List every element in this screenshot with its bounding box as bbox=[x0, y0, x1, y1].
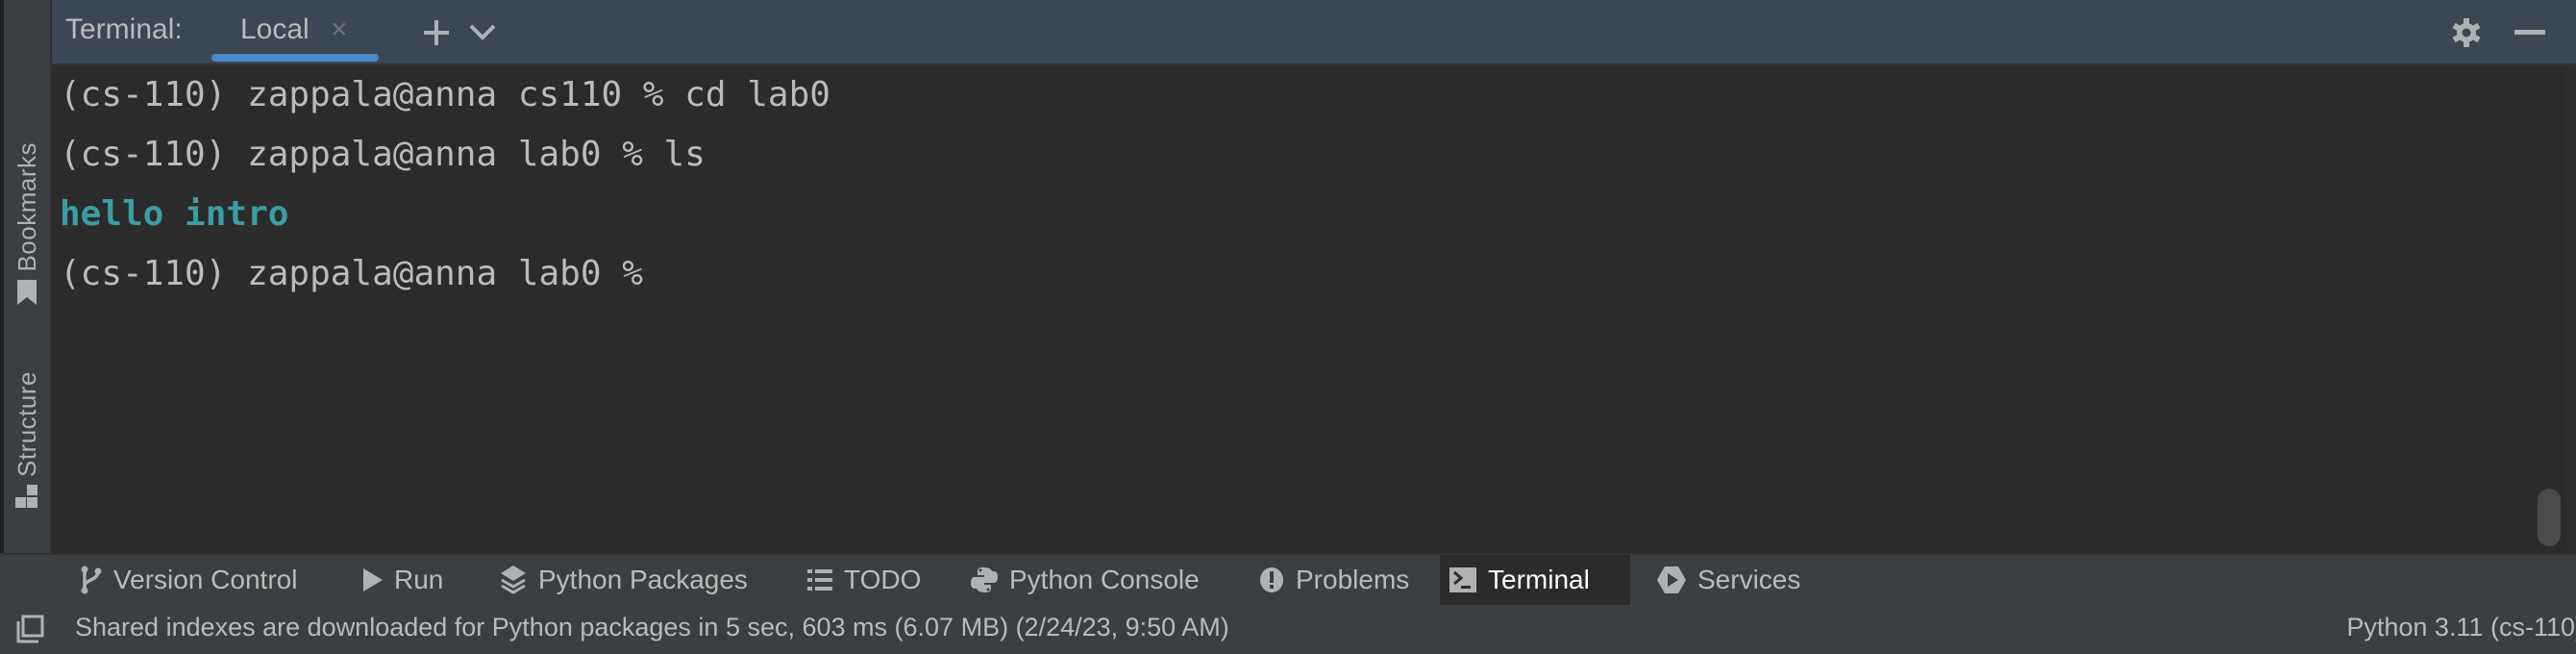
stripe-button-structure[interactable]: Structure bbox=[4, 371, 50, 515]
terminal-output[interactable]: (cs-110) zappala@anna cs110 % cd lab0 (cs… bbox=[52, 65, 2547, 551]
structure-icon bbox=[15, 485, 38, 515]
tool-window-todo[interactable]: TODO bbox=[798, 555, 930, 605]
tool-window-terminal[interactable]: Terminal bbox=[1440, 555, 1630, 605]
tool-window-label: Version Control bbox=[113, 565, 298, 594]
terminal-prompt-line: (cs-110) zappala@anna lab0 % ls bbox=[60, 135, 706, 174]
new-tab-button[interactable] bbox=[415, 12, 458, 54]
bookmark-icon bbox=[16, 279, 37, 312]
terminal-prompt-line: (cs-110) zappala@anna cs110 % cd lab0 bbox=[60, 75, 830, 114]
close-tab-icon[interactable]: × bbox=[331, 13, 348, 46]
tool-window-bar: Version Control Run Python Packages TODO… bbox=[0, 553, 2576, 607]
structure-label: Structure bbox=[12, 371, 41, 477]
tool-window-label: Services bbox=[1697, 565, 1801, 594]
status-bar: Shared indexes are downloaded for Python… bbox=[0, 605, 2576, 654]
tab-label: Local bbox=[240, 13, 310, 45]
scrollbar-track bbox=[2566, 65, 2576, 551]
active-tab-indicator bbox=[211, 54, 379, 62]
python-interpreter-widget[interactable]: Python 3.11 (cs-110) bbox=[2346, 613, 2576, 642]
minimize-icon bbox=[2514, 30, 2545, 35]
toggle-tool-windows-icon[interactable] bbox=[15, 615, 44, 650]
tool-window-label: Python Console bbox=[1009, 565, 1200, 594]
tool-window-label: TODO bbox=[844, 565, 922, 594]
layers-icon bbox=[500, 566, 527, 594]
list-icon bbox=[807, 569, 832, 591]
tool-window-label: Terminal bbox=[1488, 565, 1590, 594]
tool-window-version-control[interactable]: Version Control bbox=[71, 555, 307, 605]
warning-icon bbox=[1259, 566, 1284, 593]
status-message[interactable]: Shared indexes are downloaded for Python… bbox=[75, 613, 1229, 642]
terminal-output-line: hello intro bbox=[60, 194, 289, 234]
terminal-prompt-line: (cs-110) zappala@anna lab0 % bbox=[60, 254, 643, 293]
tool-window-python-console[interactable]: Python Console bbox=[961, 555, 1209, 605]
branch-icon bbox=[81, 566, 102, 594]
tool-window-services[interactable]: Services bbox=[1647, 555, 1810, 605]
tool-window-problems[interactable]: Problems bbox=[1250, 555, 1419, 605]
vertical-scrollbar-thumb[interactable] bbox=[2538, 489, 2561, 546]
plus-icon bbox=[424, 20, 449, 45]
terminal-icon bbox=[1449, 567, 1476, 592]
play-icon bbox=[363, 568, 383, 591]
hide-button[interactable] bbox=[2509, 12, 2551, 54]
tool-window-label: Python Packages bbox=[538, 565, 748, 594]
left-tool-stripe: Bookmarks Structure bbox=[4, 0, 52, 553]
bookmarks-label: Bookmarks bbox=[12, 142, 41, 272]
tool-window-python-packages[interactable]: Python Packages bbox=[490, 555, 757, 605]
tool-window-title: Terminal: bbox=[65, 13, 183, 45]
tool-window-run[interactable]: Run bbox=[354, 555, 453, 605]
stripe-button-bookmarks[interactable]: Bookmarks bbox=[4, 142, 50, 312]
ide-window: Bookmarks Structure Terminal: Local × (c… bbox=[0, 0, 2576, 654]
services-icon bbox=[1657, 566, 1686, 594]
tool-window-label: Problems bbox=[1296, 565, 1410, 594]
chevron-down-icon bbox=[469, 24, 496, 40]
terminal-header: Terminal: Local × bbox=[52, 0, 2576, 65]
tab-local[interactable]: Local × bbox=[211, 0, 429, 63]
tab-options-button[interactable] bbox=[461, 12, 504, 54]
tool-window-label: Run bbox=[394, 565, 444, 594]
settings-button[interactable] bbox=[2445, 12, 2488, 54]
gear-icon bbox=[2452, 18, 2481, 47]
python-icon bbox=[971, 566, 998, 593]
